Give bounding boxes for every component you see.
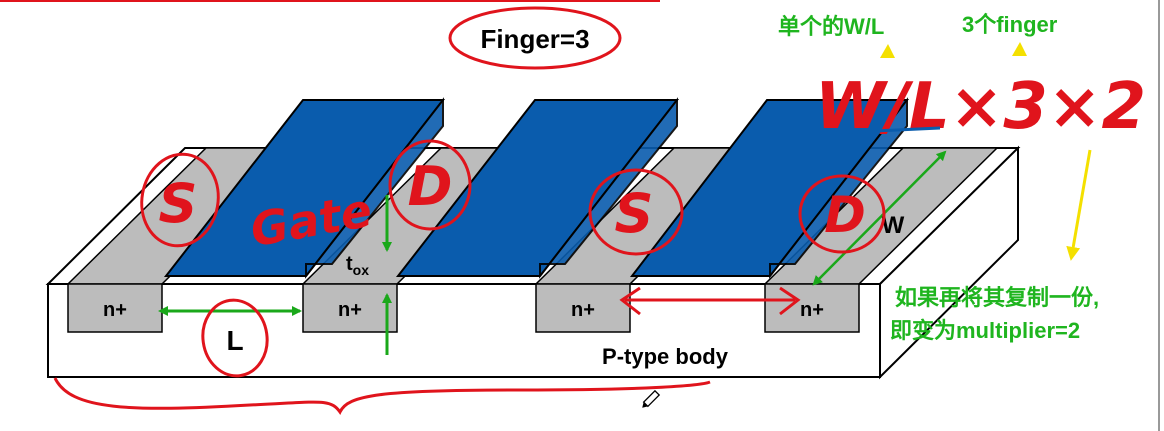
bottom-red-squiggle xyxy=(53,377,711,415)
pencil-cursor-icon xyxy=(642,389,661,408)
yellow-arrow-up-2 xyxy=(1012,42,1027,56)
multiplier-note-line2: 即变为multiplier=2 xyxy=(890,318,1080,343)
yellow-arrow-down xyxy=(1066,149,1092,261)
single-wl-note: 单个的W/L xyxy=(778,14,884,39)
finger-count-label: Finger=3 xyxy=(480,24,589,54)
source-mark-1: S xyxy=(159,172,198,235)
drain-mark-2: D xyxy=(824,186,866,244)
three-fingers-note: 3个finger xyxy=(962,12,1058,37)
substrate-front-face xyxy=(47,283,881,378)
source-mark-2: S xyxy=(615,182,654,245)
multiplier-note-line1: 如果再将其复制一份, xyxy=(895,285,1099,310)
nplus-label-3: n+ xyxy=(571,299,595,321)
drain-mark-1: D xyxy=(408,155,453,218)
finfet-diagram: n+ n+ n+ n+ P-type body tox L W S D Gate… xyxy=(0,0,1160,431)
nplus-label-1: n+ xyxy=(103,299,127,321)
diagram-canvas: n+ n+ n+ n+ P-type body tox L W S D Gate… xyxy=(0,0,1164,431)
nplus-label-2: n+ xyxy=(338,299,362,321)
length-label: L xyxy=(226,325,243,356)
yellow-arrow-up-1 xyxy=(880,44,895,58)
body-label: P-type body xyxy=(602,344,729,369)
nplus-label-4: n+ xyxy=(800,299,824,321)
